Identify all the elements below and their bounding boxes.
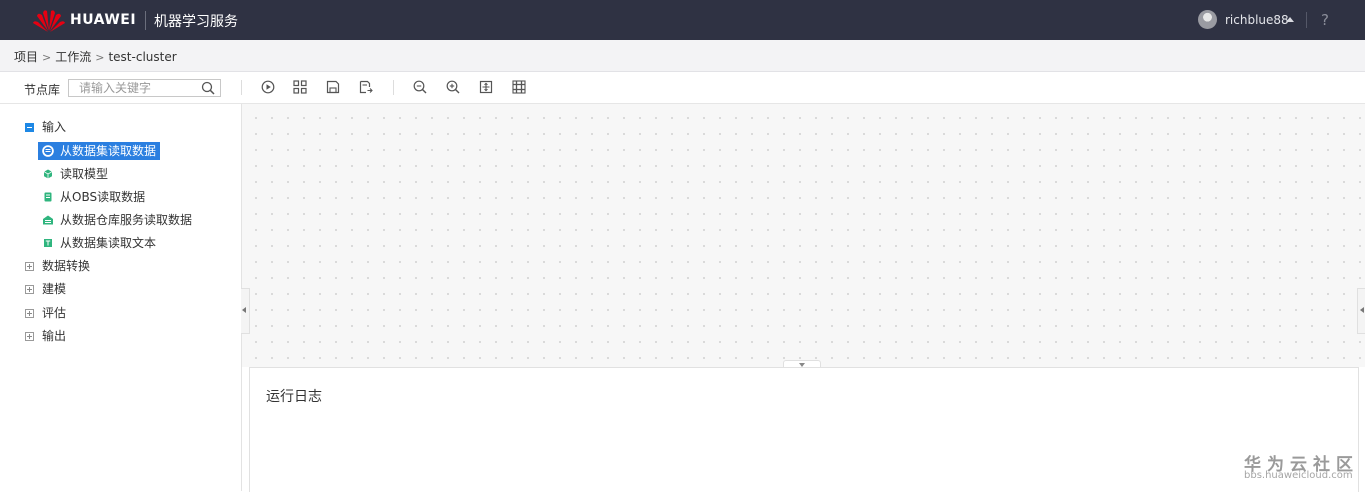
node-library-panel: 输入 从数据集读取数据 读取模型 从OBS读取数据 从数据仓库服务读取数据 从数… xyxy=(0,104,242,491)
toolbar: 节点库 xyxy=(0,72,1365,104)
zoom-in-button[interactable] xyxy=(445,79,461,95)
zoom-in-icon xyxy=(446,80,460,94)
tree-group-label: 输出 xyxy=(42,329,67,343)
expand-icon[interactable] xyxy=(25,285,34,294)
header-divider xyxy=(145,11,146,30)
service-title[interactable]: 机器学习服务 xyxy=(154,11,238,31)
fit-icon xyxy=(479,80,493,94)
run-log-title: 运行日志 xyxy=(266,389,322,405)
chevron-right-icon: > xyxy=(95,51,105,64)
collapse-icon[interactable] xyxy=(25,123,34,132)
avatar[interactable] xyxy=(1198,10,1217,29)
chevron-right-icon: > xyxy=(42,51,52,64)
tree-node-read-model[interactable]: 读取模型 xyxy=(38,165,112,183)
breadcrumb-item-project[interactable]: 项目 xyxy=(14,50,38,64)
header-divider-right xyxy=(1306,12,1307,28)
tree-group-label: 评估 xyxy=(42,306,67,320)
expand-icon[interactable] xyxy=(25,262,34,271)
toolbar-divider xyxy=(393,80,394,95)
watermark-url: bbs.huaweicloud.com xyxy=(1244,470,1353,481)
run-log-panel: 运行日志 xyxy=(249,367,1359,492)
tree-group-label: 数据转换 xyxy=(42,259,91,273)
grid-toggle-button[interactable] xyxy=(511,79,527,95)
save-as-button[interactable] xyxy=(358,79,374,95)
dataset-icon xyxy=(42,145,54,157)
tree-node-dws-read[interactable]: 从数据仓库服务读取数据 xyxy=(38,211,196,229)
tree-node-dataset-text[interactable]: 从数据集读取文本 xyxy=(38,234,160,252)
expand-icon[interactable] xyxy=(25,309,34,318)
save-icon xyxy=(326,80,340,94)
username[interactable]: richblue88 xyxy=(1225,13,1289,27)
breadcrumb-bar: 项目 > 工作流 > test-cluster xyxy=(0,40,1365,72)
breadcrumb-item-workflow[interactable]: 工作流 xyxy=(55,50,91,64)
breadcrumb: 项目 > 工作流 > test-cluster xyxy=(14,48,177,65)
model-cube-icon xyxy=(43,169,53,179)
run-icon xyxy=(261,80,275,94)
tree-node-dataset-read[interactable]: 从数据集读取数据 xyxy=(38,142,161,160)
tree-node-label: 从OBS读取数据 xyxy=(60,190,146,204)
tree-node-label: 从数据集读取文本 xyxy=(60,236,157,250)
search-icon[interactable] xyxy=(201,81,215,95)
tree-group-label: 建模 xyxy=(42,282,67,296)
search-box xyxy=(68,79,221,97)
fit-view-button[interactable] xyxy=(478,79,494,95)
layout-icon xyxy=(293,80,307,94)
help-icon[interactable]: ? xyxy=(1321,11,1329,29)
save-button[interactable] xyxy=(325,79,341,95)
search-input[interactable] xyxy=(79,80,189,96)
text-dataset-icon xyxy=(44,239,52,247)
save-as-icon xyxy=(359,80,373,94)
tree-node-label: 读取模型 xyxy=(60,167,109,181)
warehouse-icon xyxy=(43,215,53,225)
left-panel-collapse-handle[interactable] xyxy=(241,288,250,334)
obs-bucket-icon xyxy=(44,192,52,202)
user-menu-caret-icon[interactable] xyxy=(1286,17,1294,22)
tree-node-obs-read[interactable]: 从OBS读取数据 xyxy=(38,188,149,206)
tree-node-label: 从数据仓库服务读取数据 xyxy=(60,213,193,227)
right-panel-expand-handle[interactable] xyxy=(1357,288,1365,334)
huawei-logo-icon xyxy=(33,10,65,32)
run-button[interactable] xyxy=(260,79,276,95)
tree-node-label: 从数据集读取数据 xyxy=(60,144,157,158)
tree-group-label: 输入 xyxy=(42,120,67,134)
top-header: HUAWEI 机器学习服务 richblue88 ? xyxy=(0,0,1365,40)
node-library-label: 节点库 xyxy=(24,83,61,97)
zoom-out-icon xyxy=(413,80,427,94)
expand-icon[interactable] xyxy=(25,332,34,341)
workflow-canvas[interactable] xyxy=(242,104,1365,367)
breadcrumb-item-current: test-cluster xyxy=(108,50,177,64)
zoom-out-button[interactable] xyxy=(412,79,428,95)
brand-name: HUAWEI xyxy=(70,12,137,28)
toolbar-divider xyxy=(241,80,242,95)
grid-icon xyxy=(512,80,526,94)
auto-layout-button[interactable] xyxy=(292,79,308,95)
